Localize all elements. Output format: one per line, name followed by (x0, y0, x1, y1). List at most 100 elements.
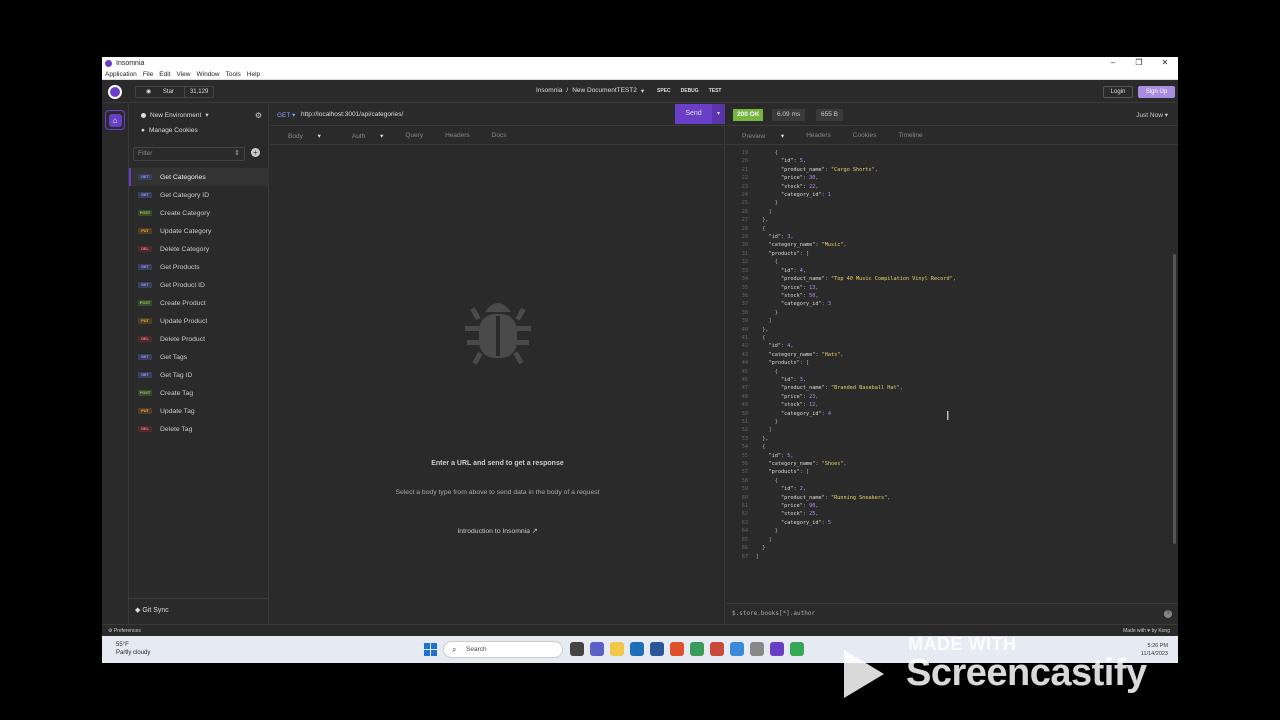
tab-headers[interactable]: Headers (445, 132, 470, 139)
send-button[interactable]: Send (675, 104, 712, 124)
request-item-get-tag-id[interactable]: GET Get Tag ID (129, 366, 269, 384)
code-line: 23 "stock": 22, (741, 183, 819, 190)
scrollbar[interactable] (1173, 254, 1176, 544)
app-icon[interactable] (750, 642, 764, 656)
code-line: 28 { (741, 225, 766, 232)
star-label: Star (162, 88, 174, 95)
url-input[interactable]: http://localhost:3001/api/categories/ (301, 111, 403, 118)
method-badge: PUT (138, 228, 152, 234)
tab-docs[interactable]: Docs (492, 132, 507, 139)
bug-icon (465, 303, 531, 365)
request-item-delete-product[interactable]: DEL Delete Product (129, 330, 269, 348)
method-selector[interactable]: GET ▾ (277, 111, 295, 119)
request-item-create-category[interactable]: POST Create Category (129, 204, 269, 222)
minimize-icon[interactable]: – (1100, 57, 1126, 69)
insomnia-logo-icon[interactable] (108, 84, 122, 99)
windows-start-icon[interactable] (424, 643, 437, 656)
manage-cookies-button[interactable]: ● Manage Cookies (141, 127, 198, 134)
file-explorer-icon[interactable] (610, 642, 624, 656)
request-pane: GET ▾ http://localhost:3001/api/categori… (270, 104, 725, 624)
request-item-update-tag[interactable]: PUT Update Tag (129, 402, 269, 420)
screen: Insomnia – ❐ ✕ Application File Edit Vie… (102, 57, 1178, 663)
sort-icon[interactable]: ⇕ (234, 149, 240, 157)
breadcrumb-document[interactable]: New DocumentTEST2 (572, 87, 637, 95)
code-line: 20 "id": 5, (741, 158, 806, 165)
close-icon[interactable]: ✕ (1152, 57, 1178, 69)
home-button[interactable]: ⌂ (105, 110, 125, 130)
request-name: Get Category ID (160, 191, 210, 199)
menu-application[interactable]: Application (105, 71, 137, 78)
environment-selector[interactable]: New Environment ▾ (141, 111, 209, 119)
tab-response-headers[interactable]: Headers (806, 132, 831, 139)
app-icon[interactable] (690, 642, 704, 656)
menu-window[interactable]: Window (196, 71, 219, 78)
tab-spec[interactable]: SPEC (657, 88, 671, 94)
request-item-get-tags[interactable]: GET Get Tags (129, 348, 269, 366)
code-line: 31 "products": [ (741, 250, 810, 257)
signup-button[interactable]: Sign Up (1138, 86, 1175, 98)
insomnia-taskbar-icon[interactable] (770, 642, 784, 656)
request-item-update-product[interactable]: PUT Update Product (129, 312, 269, 330)
menu-file[interactable]: File (143, 71, 153, 78)
menu-edit[interactable]: Edit (159, 71, 170, 78)
help-icon[interactable]: ? (1164, 610, 1172, 618)
maximize-icon[interactable]: ❐ (1126, 57, 1152, 69)
tab-timeline[interactable]: Timeline (898, 132, 922, 139)
tab-cookies[interactable]: Cookies (853, 132, 876, 139)
code-line: 39 ] (741, 318, 772, 325)
chevron-down-icon[interactable]: ▾ (641, 87, 644, 95)
tab-test[interactable]: TEST (709, 88, 722, 94)
jsonpath-filter-input[interactable]: $.store.books[*].author ? (726, 603, 1178, 624)
request-item-get-products[interactable]: GET Get Products (129, 258, 269, 276)
code-line: 55 "id": 5, (741, 452, 794, 459)
request-name: Get Tag ID (160, 371, 193, 379)
tab-debug[interactable]: DEBUG (681, 88, 699, 94)
task-view-icon[interactable] (570, 642, 584, 656)
outlook-icon[interactable] (650, 642, 664, 656)
github-star-button[interactable]: ◉ Star 31,129 (135, 85, 215, 98)
request-item-get-product-id[interactable]: GET Get Product ID (129, 276, 269, 294)
gear-icon[interactable]: ⚙ (255, 111, 262, 120)
app-icon[interactable] (710, 642, 724, 656)
method-badge: DEL (138, 336, 152, 342)
code-line: 60 "product_name": "Running Sneakers", (741, 494, 891, 501)
request-item-delete-tag[interactable]: DEL Delete Tag (129, 420, 269, 438)
add-request-icon[interactable]: + (251, 148, 260, 157)
request-item-get-category-id[interactable]: GET Get Category ID (129, 186, 269, 204)
code-line: 27 }, (741, 217, 769, 224)
response-history-selector[interactable]: Just Now ▾ (1136, 111, 1168, 119)
settings-icon[interactable] (730, 642, 744, 656)
vscode-icon[interactable] (630, 642, 644, 656)
teams-icon[interactable] (590, 642, 604, 656)
tab-preview[interactable]: Preview ▾ (734, 132, 784, 140)
code-line: 40 }, (741, 326, 769, 333)
tab-query[interactable]: Query (405, 132, 423, 139)
taskbar-search[interactable]: ⌕ Search (443, 641, 563, 658)
brave-icon[interactable] (670, 642, 684, 656)
tab-auth[interactable]: Auth ▾ (343, 132, 383, 140)
preferences-button[interactable]: ⚙ Preferences (108, 628, 141, 634)
menu-help[interactable]: Help (247, 71, 260, 78)
request-item-create-tag[interactable]: POST Create Tag (129, 384, 269, 402)
git-sync-button[interactable]: ◆ Git Sync (129, 598, 269, 624)
taskbar-search-label: Search (466, 646, 487, 653)
filter-input[interactable]: Filter (133, 147, 245, 161)
menu-tools[interactable]: Tools (226, 71, 241, 78)
chrome-icon[interactable] (790, 642, 804, 656)
weather-widget[interactable]: 55°F Partly cloudy (116, 641, 150, 657)
menu-view[interactable]: View (177, 71, 191, 78)
breadcrumb-project[interactable]: Insomnia (536, 87, 562, 95)
login-button[interactable]: Login (1103, 86, 1133, 98)
request-item-create-product[interactable]: POST Create Product (129, 294, 269, 312)
request-item-get-categories[interactable]: GET Get Categories (129, 168, 269, 186)
code-line: 38 } (741, 309, 778, 316)
send-options-button[interactable]: ▾ (712, 104, 725, 124)
response-json-viewer[interactable]: 19 {20 "id": 5, 21 "product_name": "Cargo… (726, 149, 1171, 597)
request-item-delete-category[interactable]: DEL Delete Category (129, 240, 269, 258)
introduction-link[interactable]: Introduction to Insomnia ↗ (270, 527, 725, 535)
code-line: 67] (741, 553, 760, 560)
request-name: Get Products (160, 263, 200, 271)
request-item-update-category[interactable]: PUT Update Category (129, 222, 269, 240)
cookie-icon: ● (141, 127, 145, 134)
tab-body[interactable]: Body ▾ (279, 132, 321, 140)
